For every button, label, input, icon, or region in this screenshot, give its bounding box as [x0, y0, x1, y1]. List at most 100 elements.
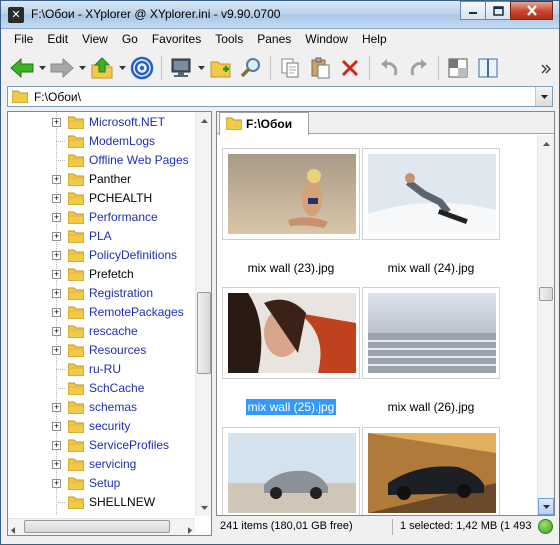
expand-toggle-button[interactable]: + [52, 289, 61, 298]
tree-item[interactable]: + PLA [8, 227, 198, 246]
chevron-down-icon [78, 66, 86, 70]
tree-hscroll-thumb[interactable] [24, 520, 170, 533]
menu-view[interactable]: View [75, 29, 115, 50]
folder-icon [67, 420, 85, 434]
tree-scroll-thumb[interactable] [197, 292, 211, 374]
menu-file[interactable]: File [7, 29, 40, 50]
menu-edit[interactable]: Edit [40, 29, 75, 50]
tree-horizontal-scrollbar[interactable] [8, 518, 195, 535]
tree-item[interactable]: + RemotePackages [8, 303, 198, 322]
tree-item[interactable]: + Panther [8, 170, 198, 189]
menu-favorites[interactable]: Favorites [145, 29, 208, 50]
minimize-button[interactable] [460, 1, 486, 20]
dual-pane-button[interactable] [473, 53, 503, 83]
up-dropdown[interactable] [117, 53, 127, 83]
delete-button[interactable] [335, 53, 365, 83]
chevron-right-icon [188, 527, 192, 534]
tree-item[interactable]: + PCHEALTH [8, 189, 198, 208]
expand-toggle-button[interactable]: + [52, 251, 61, 260]
tree-item[interactable]: + ServiceProfiles [8, 436, 198, 455]
menu-go[interactable]: Go [115, 29, 145, 50]
expand-toggle-button[interactable]: + [52, 422, 61, 431]
scroll-down-button[interactable] [196, 499, 211, 516]
tree-item[interactable]: + PolicyDefinitions [8, 246, 198, 265]
menu-help[interactable]: Help [355, 29, 394, 50]
forward-history-dropdown[interactable] [77, 53, 87, 83]
undo-button[interactable] [374, 53, 404, 83]
tree-item[interactable]: SchCache [8, 379, 198, 398]
expand-toggle-button[interactable]: + [52, 403, 61, 412]
scroll-left-button[interactable] [11, 523, 15, 535]
expand-toggle-button[interactable]: + [52, 213, 61, 222]
tree-vertical-scrollbar[interactable] [195, 112, 211, 516]
menu-panes[interactable]: Panes [250, 29, 298, 50]
tree-item[interactable]: + Performance [8, 208, 198, 227]
list-vertical-scrollbar[interactable] [537, 135, 554, 515]
tree-item[interactable]: ru-RU [8, 360, 198, 379]
status-ok-icon[interactable] [538, 519, 553, 534]
chevron-down-icon [200, 505, 208, 510]
address-input[interactable]: F:\Обои\ [34, 90, 81, 104]
scroll-right-button[interactable] [188, 523, 192, 535]
tree-item[interactable]: + Prefetch [8, 265, 198, 284]
copy-icon [281, 58, 299, 78]
paste-button[interactable] [305, 53, 335, 83]
file-list-pane[interactable]: F:\Обои mix wall (23).jpg mix wall (24).… [216, 111, 555, 516]
folder-icon [67, 401, 85, 415]
computer-button[interactable] [166, 53, 196, 83]
expand-toggle-button[interactable]: + [52, 194, 61, 203]
thumbnail-frame [222, 287, 360, 379]
expand-toggle-button[interactable]: + [52, 270, 61, 279]
list-scroll-thumb[interactable] [539, 287, 553, 301]
tree-item[interactable]: + Resources [8, 341, 198, 360]
address-bar[interactable]: F:\Обои\ [7, 86, 553, 107]
folder-icon [67, 477, 85, 491]
scroll-up-button[interactable] [538, 135, 554, 152]
tree-item[interactable]: + Microsoft.NET [8, 113, 198, 132]
expand-toggle-button[interactable]: + [52, 308, 61, 317]
tab-current-folder[interactable]: F:\Обои [219, 112, 309, 135]
expand-toggle-button[interactable]: + [52, 460, 61, 469]
tree-item[interactable]: + rescache [8, 322, 198, 341]
expand-toggle-button[interactable]: + [52, 175, 61, 184]
new-folder-button[interactable] [206, 53, 236, 83]
expand-toggle-button[interactable]: + [52, 232, 61, 241]
tree-item-label: SHELLNEW [89, 495, 156, 509]
expand-toggle-button[interactable]: + [52, 327, 61, 336]
computer-dropdown[interactable] [196, 53, 206, 83]
tree-item[interactable]: Offline Web Pages [8, 151, 198, 170]
xyplorer-icon[interactable]: ✕ [8, 7, 24, 23]
scroll-down-button[interactable] [538, 498, 554, 515]
back-history-dropdown[interactable] [37, 53, 47, 83]
tree-item[interactable]: SHELLNEW [8, 493, 198, 512]
tree-item-label: Panther [89, 172, 132, 186]
single-pane-button[interactable] [443, 53, 473, 83]
tree-item[interactable]: + Setup [8, 474, 198, 493]
maximize-button[interactable] [485, 1, 511, 20]
expand-toggle-button[interactable]: + [52, 346, 61, 355]
scroll-up-button[interactable] [196, 112, 211, 129]
expand-toggle-button[interactable]: + [52, 118, 61, 127]
target-button[interactable] [127, 53, 157, 83]
menu-tools[interactable]: Tools [208, 29, 250, 50]
close-button[interactable] [510, 1, 553, 20]
address-dropdown-button[interactable] [535, 87, 552, 106]
copy-button[interactable] [275, 53, 305, 83]
tree-item[interactable]: + schemas [8, 398, 198, 417]
expand-toggle-button[interactable]: + [52, 479, 61, 488]
find-files-button[interactable] [236, 53, 266, 83]
tree-item[interactable]: + Registration [8, 284, 198, 303]
tree-item[interactable]: ModemLogs [8, 132, 198, 151]
redo-button[interactable] [404, 53, 434, 83]
up-button[interactable] [87, 53, 117, 83]
back-button[interactable] [7, 53, 37, 83]
toolbar-overflow-button[interactable] [541, 63, 551, 74]
tree-item[interactable]: + servicing [8, 455, 198, 474]
chevron-down-icon [197, 66, 205, 70]
title-bar[interactable]: ✕ F:\Обои - XYplorer @ XYplorer.ini - v9… [1, 1, 559, 29]
expand-toggle-button[interactable]: + [52, 441, 61, 450]
tree-item[interactable]: + security [8, 417, 198, 436]
forward-button[interactable] [47, 53, 77, 83]
menu-window[interactable]: Window [298, 29, 355, 50]
folder-tree[interactable]: + Microsoft.NET ModemLogs Offline Web Pages… [7, 111, 212, 536]
